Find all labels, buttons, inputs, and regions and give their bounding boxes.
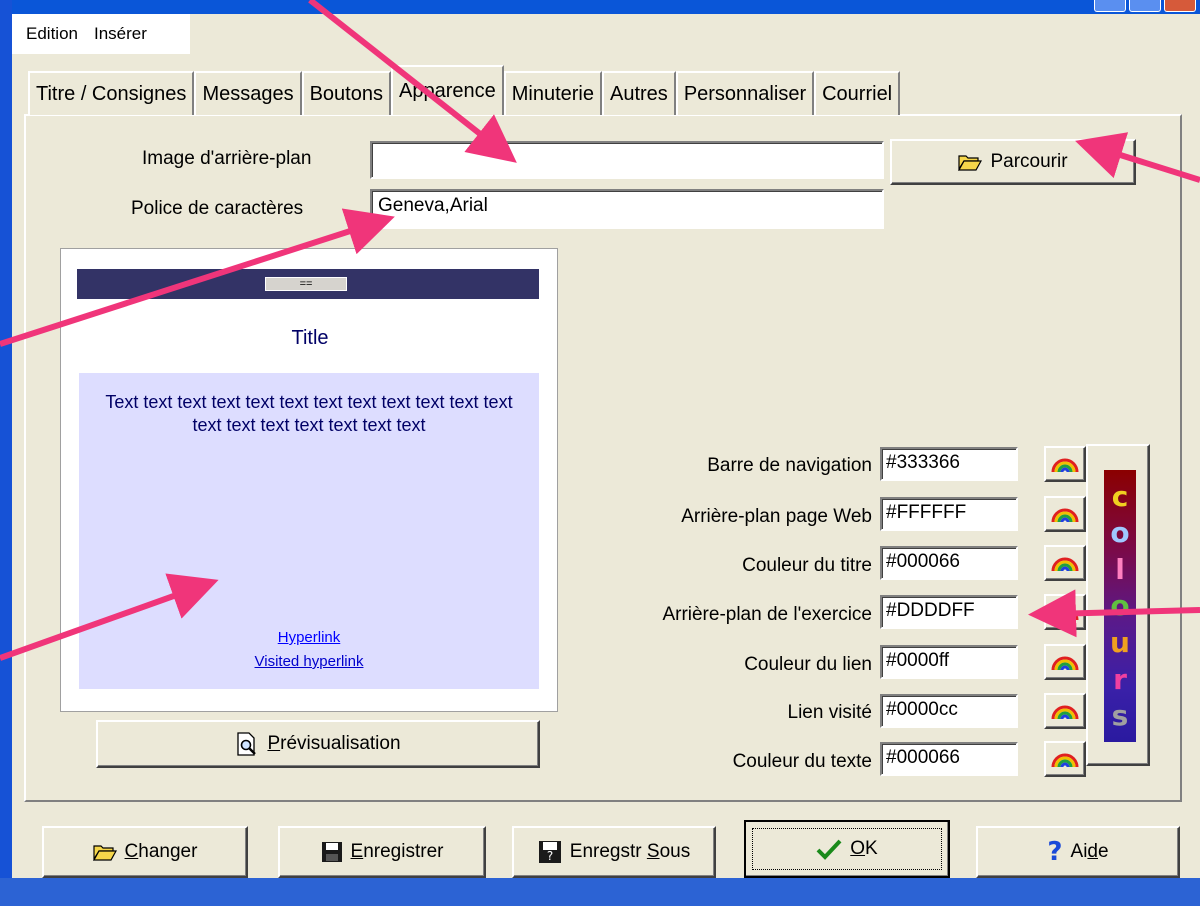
preview-exercise-area: Text text text text text text text text … — [79, 373, 539, 689]
tab-messages[interactable]: Messages — [194, 71, 302, 115]
color-picker-title[interactable] — [1044, 545, 1086, 581]
browse-button[interactable]: Parcourir — [890, 139, 1136, 185]
save-button[interactable]: Enregistrer — [278, 826, 486, 878]
colours-letter: c — [1111, 479, 1129, 513]
browse-label: Parcourir — [990, 151, 1068, 172]
colours-letter: o — [1110, 516, 1130, 550]
window-frame-bottom — [0, 878, 1200, 906]
colours-letter: r — [1113, 662, 1127, 696]
window-title-bar — [0, 0, 1200, 14]
rainbow-icon — [1051, 705, 1079, 720]
background-image-label: Image d'arrière-plan — [142, 148, 312, 169]
color-field-title[interactable]: #000066 — [880, 546, 1018, 580]
color-label-exercise-background: Arrière-plan de l'exercice — [662, 604, 872, 625]
colours-letter: l — [1115, 552, 1125, 586]
preview-button[interactable]: Prévisualisation — [96, 720, 540, 768]
color-label-title: Couleur du titre — [742, 555, 872, 576]
preview-title: Title — [291, 327, 329, 349]
tab-personnaliser[interactable]: Personnaliser — [675, 71, 815, 115]
color-picker-visited-link[interactable] — [1044, 693, 1086, 729]
menu-inserer[interactable]: Insérer — [94, 24, 147, 44]
menu-bar — [12, 14, 1200, 54]
preview-magnifier-icon — [237, 732, 257, 756]
colours-logo: c o l o u r s — [1104, 470, 1136, 742]
color-picker-navbar[interactable] — [1044, 446, 1086, 482]
close-button[interactable] — [1164, 0, 1196, 12]
color-picker-exercise-background[interactable] — [1044, 594, 1086, 630]
color-field-page-background[interactable]: #FFFFFF — [880, 497, 1018, 531]
preview-panel: == Title Text text text text text text t… — [60, 248, 558, 712]
menu-strip: Edition Insérer — [12, 14, 190, 54]
tab-autres[interactable]: Autres — [602, 71, 676, 115]
color-field-navbar[interactable]: #333366 — [880, 447, 1018, 481]
tab-titre-consignes[interactable]: Titre / Consignes — [28, 71, 195, 115]
color-label-navbar: Barre de navigation — [707, 455, 872, 476]
change-button[interactable]: Changer — [42, 826, 248, 878]
change-button-label: Changer — [124, 841, 198, 862]
preview-button-label: Prévisualisation — [267, 733, 401, 754]
rainbow-icon — [1051, 656, 1079, 671]
color-picker-text[interactable] — [1044, 741, 1086, 777]
preview-text: Text text text text text text text text … — [105, 392, 513, 435]
preview-visited-hyperlink: Visited hyperlink — [254, 653, 364, 670]
folder-open-icon — [92, 845, 117, 861]
tab-courriel[interactable]: Courriel — [814, 71, 901, 115]
rainbow-icon — [1051, 458, 1079, 473]
tab-boutons[interactable]: Boutons — [301, 71, 391, 115]
help-button-label: Aide — [1070, 841, 1109, 862]
menu-edition[interactable]: Edition — [26, 24, 78, 44]
preview-nav-button: == — [265, 277, 347, 291]
color-picker-page-background[interactable] — [1044, 496, 1086, 532]
rainbow-icon — [1051, 606, 1079, 621]
floppy-disk-icon — [321, 842, 342, 862]
focus-outline — [752, 828, 942, 870]
preview-hyperlink: Hyperlink — [277, 629, 341, 646]
color-field-link[interactable]: #0000ff — [880, 645, 1018, 679]
minimize-button[interactable] — [1094, 0, 1126, 12]
save-as-button-label: Enregstr Sous — [569, 841, 691, 862]
color-picker-link[interactable] — [1044, 644, 1086, 680]
help-icon: ? — [1047, 837, 1063, 867]
color-label-visited-link: Lien visité — [787, 702, 873, 723]
svg-text:?: ? — [547, 849, 553, 863]
colours-letter: u — [1110, 626, 1130, 660]
ok-button[interactable]: OK — [744, 820, 950, 878]
tab-apparence[interactable]: Apparence — [390, 65, 504, 115]
rainbow-icon — [1051, 557, 1079, 572]
tab-minuterie[interactable]: Minuterie — [503, 71, 602, 115]
font-field[interactable]: Geneva,Arial — [370, 189, 884, 229]
folder-open-icon — [958, 155, 983, 171]
color-label-text: Couleur du texte — [732, 751, 872, 772]
rainbow-icon — [1051, 753, 1079, 768]
color-label-page-background: Arrière-plan page Web — [681, 506, 872, 527]
background-image-field[interactable] — [370, 141, 884, 179]
preview-navbar: == — [77, 269, 539, 299]
maximize-button[interactable] — [1129, 0, 1161, 12]
window-frame-left — [0, 0, 12, 906]
tab-bar: Titre / Consignes Messages Boutons Appar… — [28, 65, 901, 115]
save-button-label: Enregistrer — [350, 841, 444, 862]
color-field-exercise-background[interactable]: #DDDDFF — [880, 595, 1018, 629]
color-field-visited-link[interactable]: #0000cc — [880, 694, 1018, 728]
save-as-button[interactable]: ? Enregstr Sous — [512, 826, 716, 878]
colours-button[interactable]: c o l o u r s — [1086, 444, 1150, 766]
help-button[interactable]: ? Aide — [976, 826, 1180, 878]
font-label: Police de caractères — [131, 198, 304, 219]
colours-letter: s — [1111, 699, 1129, 733]
rainbow-icon — [1051, 508, 1079, 523]
window-controls[interactable] — [1094, 0, 1200, 14]
save-as-icon: ? — [538, 841, 561, 863]
color-label-link: Couleur du lien — [744, 654, 872, 675]
color-field-text[interactable]: #000066 — [880, 742, 1018, 776]
colours-letter: o — [1110, 589, 1130, 623]
